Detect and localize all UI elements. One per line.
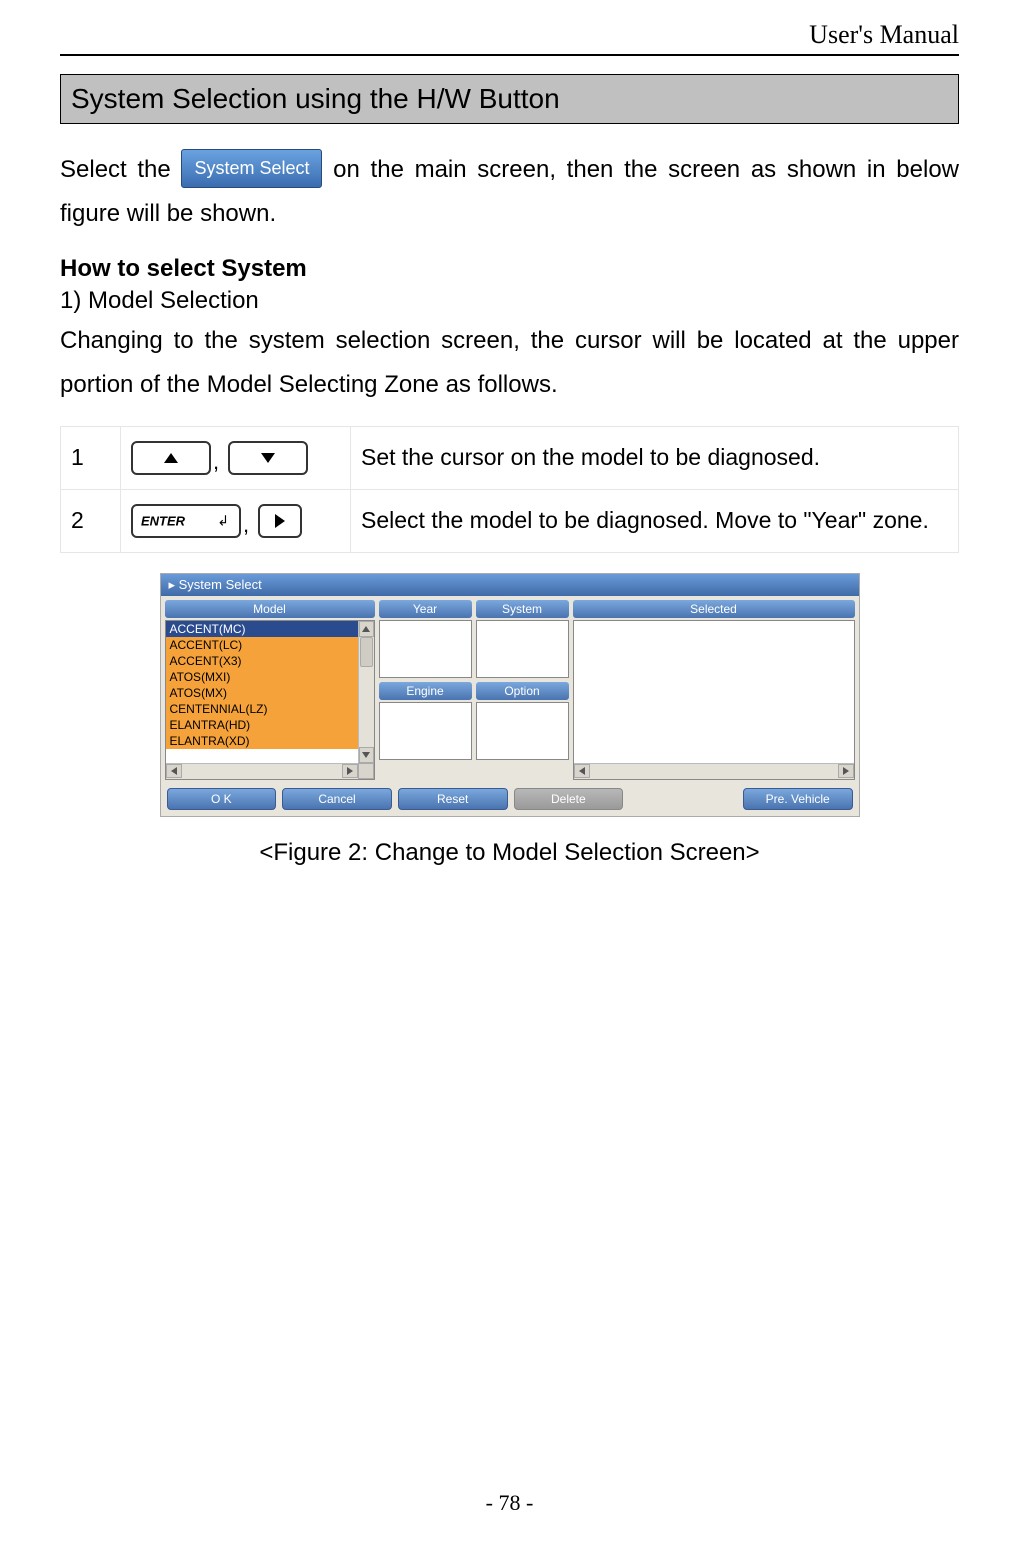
row-description: Set the cursor on the model to be diagno… (351, 426, 959, 489)
ok-button[interactable]: O K (167, 788, 277, 810)
system-listbox[interactable] (476, 620, 569, 678)
list-item[interactable]: ACCENT(LC) (166, 637, 374, 653)
system-column-label: System (476, 600, 569, 618)
system-select-screenshot: System Select Model ACCENT(MC) ACCENT(LC… (160, 573, 860, 817)
scroll-left-button[interactable] (574, 764, 590, 778)
row-number: 2 (61, 489, 121, 552)
intro-paragraph: Select the System Select on the main scr… (60, 148, 959, 237)
row-number: 1 (61, 426, 121, 489)
selected-column-label: Selected (573, 600, 855, 618)
figure-caption: <Figure 2: Change to Model Selection Scr… (60, 839, 959, 867)
list-item[interactable]: CENTENNIAL(LZ) (166, 701, 374, 717)
row-buttons: , (121, 426, 351, 489)
up-button[interactable] (131, 441, 211, 475)
step1-title: 1) Model Selection (60, 287, 959, 315)
engine-column-label: Engine (379, 682, 472, 700)
prev-vehicle-button[interactable]: Pre. Vehicle (743, 788, 853, 810)
triangle-down-icon (261, 453, 275, 463)
button-spacer (629, 788, 737, 810)
model-column-label: Model (165, 600, 375, 618)
scroll-down-button[interactable] (359, 747, 374, 763)
arrow-down-icon (362, 752, 370, 758)
list-item[interactable]: ATOS(MX) (166, 685, 374, 701)
system-select-button[interactable]: System Select (181, 149, 322, 188)
step1-text: Changing to the system selection screen,… (60, 319, 959, 408)
arrow-up-icon (362, 626, 370, 632)
scroll-up-button[interactable] (359, 621, 374, 637)
year-listbox[interactable] (379, 620, 472, 678)
reset-button[interactable]: Reset (398, 788, 508, 810)
delete-button[interactable]: Delete (514, 788, 624, 810)
option-column-label: Option (476, 682, 569, 700)
list-item[interactable]: ACCENT(X3) (166, 653, 374, 669)
right-button[interactable] (258, 504, 302, 538)
row-buttons: ENTER ↲ , (121, 489, 351, 552)
option-listbox[interactable] (476, 702, 569, 760)
scroll-corner (358, 763, 374, 779)
intro-before: Select the (60, 156, 181, 183)
page-number: - 78 - (0, 1490, 1019, 1516)
arrow-left-icon (171, 767, 177, 775)
scroll-left-button[interactable] (166, 764, 182, 778)
cancel-button[interactable]: Cancel (282, 788, 392, 810)
enter-label: ENTER (141, 513, 185, 528)
table-row: 1 , Set the cursor on the model to be di… (61, 426, 959, 489)
figure-wrap: System Select Model ACCENT(MC) ACCENT(LC… (60, 573, 959, 867)
list-item[interactable]: ACCENT(MC) (166, 621, 374, 637)
selected-listbox[interactable] (573, 620, 855, 780)
enter-arrow-icon: ↲ (217, 512, 229, 529)
scroll-right-button[interactable] (838, 764, 854, 778)
instruction-table: 1 , Set the cursor on the model to be di… (60, 426, 959, 553)
how-to-heading: How to select System (60, 255, 959, 283)
table-row: 2 ENTER ↲ , Select the model to be diagn… (61, 489, 959, 552)
section-title: System Selection using the H/W Button (60, 74, 959, 124)
page-header: User's Manual (60, 20, 959, 56)
arrow-left-icon (579, 767, 585, 775)
triangle-right-icon (275, 514, 285, 528)
row-description: Select the model to be diagnosed. Move t… (351, 489, 959, 552)
engine-listbox[interactable] (379, 702, 472, 760)
scroll-handle[interactable] (360, 637, 373, 667)
list-item[interactable]: ELANTRA(XD) (166, 733, 374, 749)
vertical-scrollbar[interactable] (358, 621, 374, 763)
enter-button[interactable]: ENTER ↲ (131, 504, 241, 538)
model-listbox[interactable]: ACCENT(MC) ACCENT(LC) ACCENT(X3) ATOS(MX… (165, 620, 375, 780)
screenshot-titlebar: System Select (161, 574, 859, 596)
triangle-up-icon (164, 453, 178, 463)
horizontal-scrollbar[interactable] (166, 763, 358, 779)
horizontal-scrollbar[interactable] (574, 763, 854, 779)
scroll-right-button[interactable] (342, 764, 358, 778)
list-item[interactable]: ELANTRA(HD) (166, 717, 374, 733)
down-button[interactable] (228, 441, 308, 475)
arrow-right-icon (843, 767, 849, 775)
arrow-right-icon (347, 767, 353, 775)
screenshot-button-row: O K Cancel Reset Delete Pre. Vehicle (161, 784, 859, 816)
list-item[interactable]: ATOS(MXI) (166, 669, 374, 685)
year-column-label: Year (379, 600, 472, 618)
